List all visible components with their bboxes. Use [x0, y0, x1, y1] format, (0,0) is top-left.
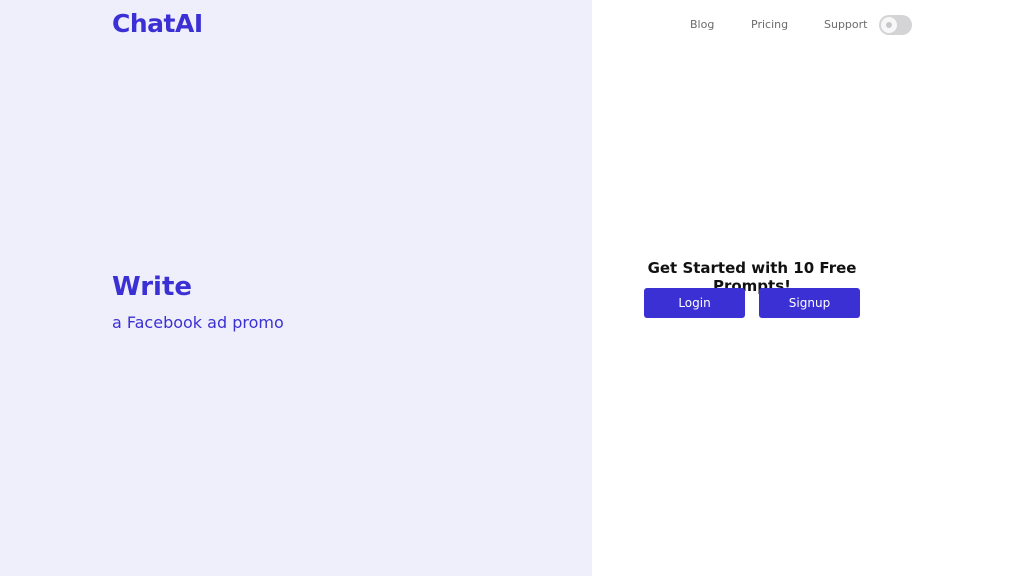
signup-button[interactable]: Signup: [759, 288, 860, 318]
nav-link-support[interactable]: Support: [824, 18, 867, 31]
toggle-switch-icon: [881, 17, 897, 33]
theme-toggle[interactable]: [879, 15, 912, 35]
nav-link-pricing[interactable]: Pricing: [751, 18, 788, 31]
logo[interactable]: ChatAI: [112, 9, 203, 38]
hero-subtitle: a Facebook ad promo: [112, 313, 284, 332]
hero-title: Write: [112, 272, 193, 302]
login-button[interactable]: Login: [644, 288, 745, 318]
left-panel: [0, 0, 592, 576]
nav-link-blog[interactable]: Blog: [690, 18, 714, 31]
